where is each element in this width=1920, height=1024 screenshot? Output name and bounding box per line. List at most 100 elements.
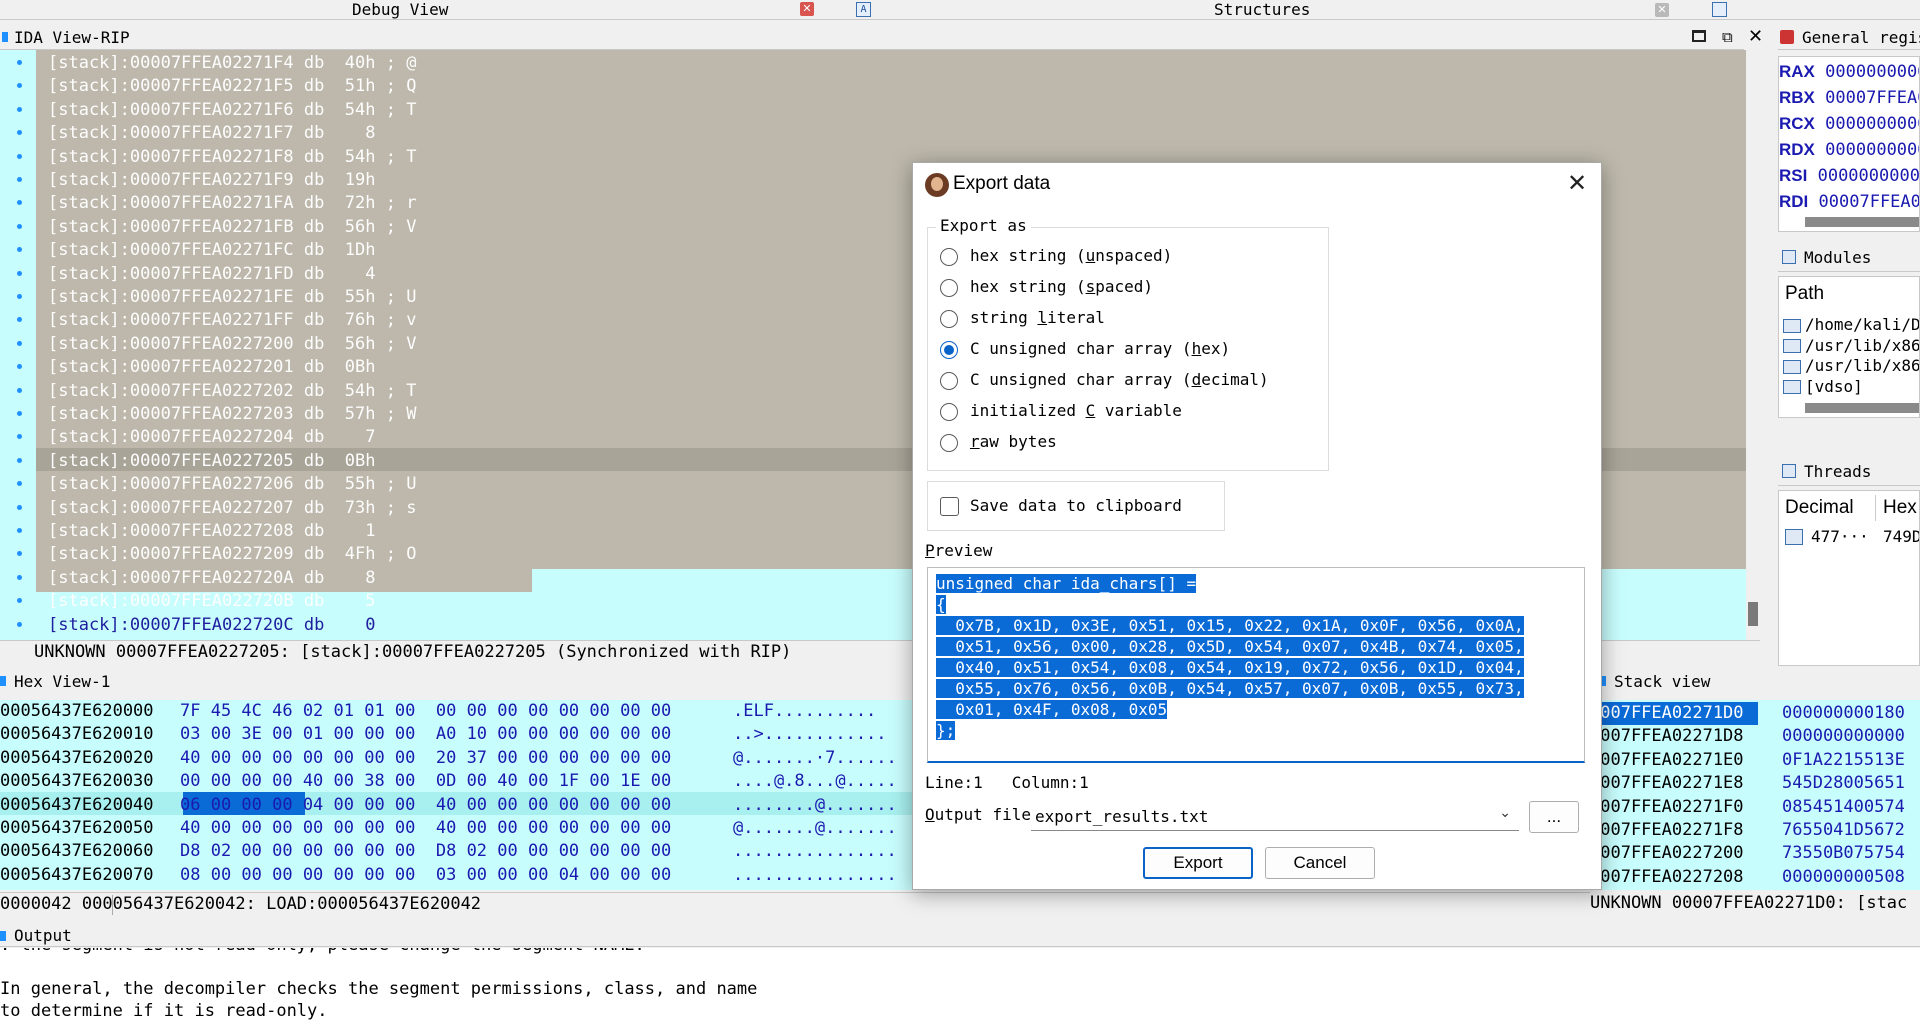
export-option-radio[interactable] (940, 434, 958, 452)
maximize-icon[interactable] (1692, 30, 1706, 42)
ida-line[interactable]: [stack]:00007FFEA02271F9 db 19h (48, 169, 376, 192)
registers-scrollbar[interactable] (1805, 217, 1919, 227)
export-option-label[interactable]: hex string (spaced) (970, 277, 1153, 296)
export-option-radio[interactable] (940, 279, 958, 297)
hex-row[interactable]: 00056437E620020 40 00 00 00 00 00 00 00 2… (0, 747, 940, 770)
browse-button[interactable]: ... (1529, 801, 1579, 833)
ida-line[interactable]: [stack]:00007FFEA0227204 db 7 (48, 426, 376, 449)
ida-line[interactable]: [stack]:00007FFEA02271F7 db 8 (48, 122, 376, 145)
thread-decimal-value[interactable]: 477··· (1811, 527, 1869, 546)
stack-row[interactable]: 0007FFEA02271F8 7655041D5672 (1590, 819, 1920, 842)
export-button[interactable]: Export (1143, 847, 1253, 879)
ida-line[interactable]: [stack]:00007FFEA02271F6 db 54h ; T (48, 99, 416, 122)
stack-row[interactable]: 0007FFEA02271E0 0F1A2215513E (1590, 749, 1920, 772)
stack-row[interactable]: 0007FFEA02271E8 545D28005651 (1590, 772, 1920, 795)
export-option-label[interactable]: C unsigned char array (decimal) (970, 370, 1269, 389)
ida-line[interactable]: [stack]:00007FFEA02271FF db 76h ; v (48, 309, 416, 332)
ida-line[interactable]: [stack]:00007FFEA02271F8 db 54h ; T (48, 146, 416, 169)
stack-row[interactable]: 0007FFEA02271D0 000000000180 (1590, 702, 1920, 725)
stack-row[interactable]: 0007FFEA0227200 73550B075754 (1590, 842, 1920, 865)
close-ida-view-icon[interactable]: ✕ (1748, 26, 1763, 47)
hex-view-panel[interactable]: 00056437E620000 7F 45 4C 46 02 01 01 00 0… (0, 700, 940, 890)
hex-row[interactable]: 00056437E620040 06 00 00 00 04 00 00 00 4… (0, 794, 940, 817)
register-value[interactable]: 0000000000 (1825, 114, 1919, 134)
module-item[interactable]: /usr/lib/x86 (1783, 356, 1919, 376)
ida-line[interactable]: [stack]:00007FFEA02271FC db 1Dh (48, 239, 376, 262)
registers-panel[interactable]: RDI 00007FFEA0 RSI 0000000000 RDX 00000000… (1778, 56, 1920, 232)
restore-icon[interactable]: ⧉ (1722, 28, 1733, 46)
ida-line[interactable]: [stack]:00007FFEA022720C db 0 (48, 614, 376, 637)
close-structures-icon[interactable]: ✕ (1655, 3, 1669, 17)
register-row[interactable]: RSI 0000000000 (1779, 163, 1919, 189)
register-value[interactable]: 0000000000 (1818, 166, 1919, 186)
ida-line[interactable]: [stack]:00007FFEA02271FB db 56h ; V (48, 216, 416, 239)
ida-line[interactable]: [stack]:00007FFEA0227208 db 1 (48, 520, 376, 543)
export-option-label[interactable]: hex string (unspaced) (970, 246, 1172, 265)
thread-hex-value[interactable]: 749D2 (1883, 527, 1919, 546)
export-option-radio[interactable] (940, 403, 958, 421)
hex-row[interactable]: 00056437E620010 03 00 3E 00 01 00 00 00 A… (0, 723, 940, 746)
save-clipboard-checkbox[interactable] (940, 497, 959, 516)
register-row[interactable]: RDX 0000000000 (1779, 137, 1919, 163)
ida-line[interactable]: [stack]:00007FFEA0227200 db 56h ; V (48, 333, 416, 356)
ida-line[interactable]: [stack]:00007FFEA0227202 db 54h ; T (48, 380, 416, 403)
ida-view-scrollbar[interactable] (1746, 50, 1760, 640)
ida-line[interactable]: [stack]:00007FFEA0227207 db 73h ; s (48, 497, 416, 520)
threads-decimal-column[interactable]: Decimal (1785, 497, 1854, 519)
ida-line[interactable]: [stack]:00007FFEA02271F5 db 51h ; Q (48, 75, 416, 98)
threads-hex-column[interactable]: Hex (1883, 497, 1917, 519)
ida-line[interactable]: [stack]:00007FFEA0227209 db 4Fh ; O (48, 543, 416, 566)
ida-line[interactable]: [stack]:00007FFEA0227206 db 55h ; U (48, 473, 416, 496)
modules-path-column[interactable]: Path (1785, 283, 1824, 305)
hex-row[interactable]: 00056437E620000 7F 45 4C 46 02 01 01 00 0… (0, 700, 940, 723)
modules-panel[interactable]: Path /home/kali/D/usr/lib/x86/usr/lib/x8… (1778, 276, 1920, 418)
ida-line[interactable]: [stack]:00007FFEA0227205 db 0Bh (48, 450, 376, 473)
register-row[interactable]: RDI 00007FFEA0 (1779, 189, 1919, 215)
register-row[interactable]: RAX 0000000000 (1779, 59, 1919, 85)
ida-line[interactable]: [stack]:00007FFEA02271FD db 4 (48, 263, 376, 286)
stack-view-panel[interactable]: 0007FFEA02271D0 000000000180 0007FFEA02271… (1590, 700, 1920, 890)
stack-row[interactable]: 0007FFEA02271F0 085451400574 (1590, 796, 1920, 819)
ida-line[interactable]: [stack]:00007FFEA0227201 db 0Bh (48, 356, 376, 379)
register-value[interactable]: 0000000000 (1825, 62, 1919, 82)
preview-box[interactable]: unsigned char ida_chars[] = { 0x7B, 0x1D,… (927, 567, 1585, 763)
modules-scrollbar[interactable] (1805, 403, 1919, 413)
hex-row[interactable]: 00056437E620050 40 00 00 00 00 00 00 00 4… (0, 817, 940, 840)
hex-row[interactable]: 00056437E620070 08 00 00 00 00 00 00 00 0… (0, 864, 940, 887)
register-row[interactable]: RCX 0000000000 (1779, 111, 1919, 137)
export-option-label[interactable]: C unsigned char array (hex) (970, 339, 1230, 358)
save-clipboard-label[interactable]: Save data to clipboard (970, 496, 1182, 515)
chevron-down-icon[interactable]: ⌄ (1499, 805, 1511, 821)
cancel-button[interactable]: Cancel (1265, 847, 1375, 879)
output-panel[interactable]: : the segment is not read-only, please c… (0, 948, 1920, 1024)
register-value[interactable]: 00007FFEA0 (1819, 192, 1919, 212)
output-file-combobox[interactable]: export_results.txt ⌄ (1031, 803, 1519, 831)
ida-line[interactable]: [stack]:00007FFEA02271FA db 72h ; r (48, 192, 416, 215)
ida-line[interactable]: [stack]:00007FFEA0227203 db 57h ; W (48, 403, 416, 426)
module-item[interactable]: [vdso] (1783, 377, 1863, 397)
tab-structures[interactable]: Structures (1214, 0, 1310, 19)
register-value[interactable]: 0000000000 (1825, 140, 1919, 160)
register-value[interactable]: 00007FFEA0 (1825, 88, 1919, 108)
stack-row[interactable]: 0007FFEA0227208 000000000508 (1590, 866, 1920, 889)
register-row[interactable]: RBX 00007FFEA0 (1779, 85, 1919, 111)
export-option-radio[interactable] (940, 372, 958, 390)
export-option-label[interactable]: initialized C variable (970, 401, 1182, 420)
export-option-radio[interactable] (940, 341, 958, 359)
export-option-radio[interactable] (940, 248, 958, 266)
threads-panel[interactable]: Decimal Hex 477··· 749D2 (1778, 490, 1920, 666)
ida-scroll-thumb[interactable] (1748, 602, 1758, 626)
ida-line[interactable]: [stack]:00007FFEA02271F4 db 40h ; @ (48, 52, 416, 75)
module-item[interactable]: /home/kali/D (1783, 315, 1919, 335)
stack-row[interactable]: 0007FFEA02271D8 000000000000 (1590, 725, 1920, 748)
close-debug-view-icon[interactable]: ✕ (800, 2, 814, 16)
ida-line[interactable]: [stack]:00007FFEA022720B db 5 (48, 590, 376, 613)
dialog-close-icon[interactable]: ✕ (1567, 169, 1587, 197)
ida-line[interactable]: [stack]:00007FFEA022720A db 8 (48, 567, 376, 590)
export-option-radio[interactable] (940, 310, 958, 328)
export-option-label[interactable]: raw bytes (970, 432, 1057, 451)
export-option-label[interactable]: string literal (970, 308, 1105, 327)
module-item[interactable]: /usr/lib/x86 (1783, 336, 1919, 356)
hex-row[interactable]: 00056437E620060 D8 02 00 00 00 00 00 00 D… (0, 840, 940, 863)
hex-row[interactable]: 00056437E620030 00 00 00 00 40 00 38 00 0… (0, 770, 940, 793)
